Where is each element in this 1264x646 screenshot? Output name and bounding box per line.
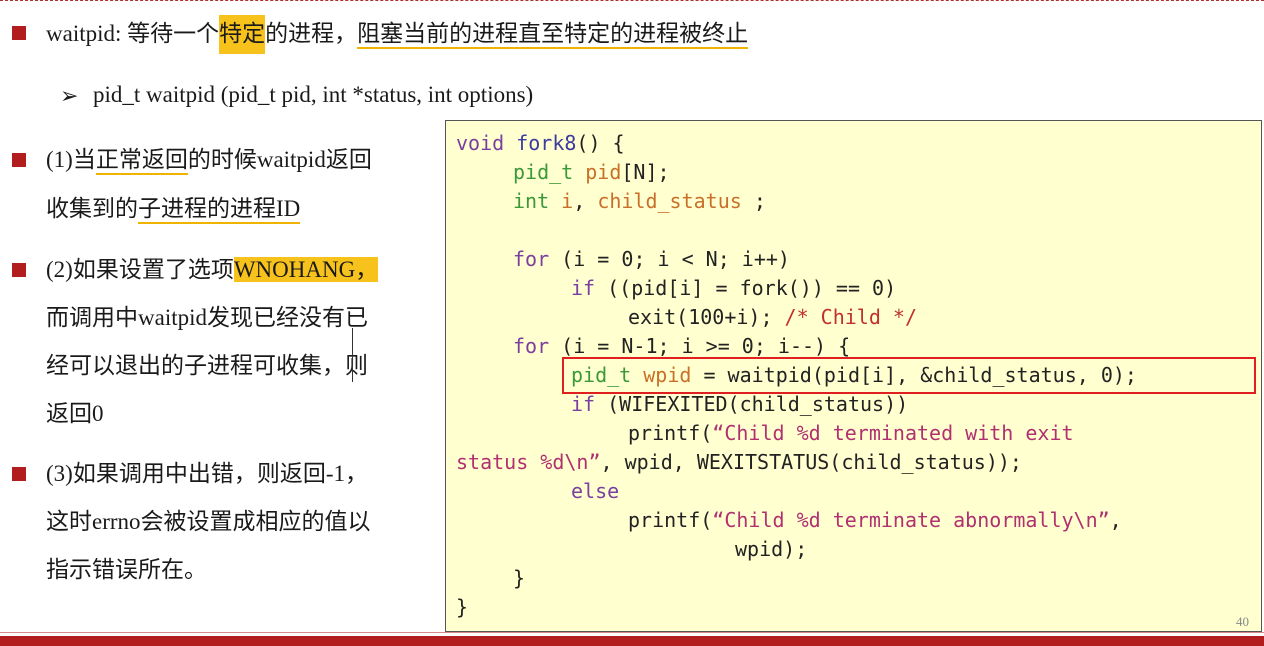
- point2-line2: 而调用中waitpid发现已经没有已: [46, 305, 368, 330]
- code-token: if: [571, 276, 596, 300]
- bottom-bar: [0, 636, 1264, 646]
- top-border: [0, 0, 1264, 1]
- code-token: else: [571, 479, 620, 503]
- code-line: for (i = 0; i < N; i++): [513, 249, 790, 269]
- code-token: exit(100+i);: [628, 305, 785, 329]
- code-token: “Child %d terminate abnormally\n”: [712, 508, 1110, 532]
- point1-d: 收集到的: [46, 196, 138, 221]
- signature-text: pid_t waitpid (pid_t pid, int *status, i…: [93, 82, 534, 107]
- bullet-square: [12, 467, 26, 481]
- point2-a: (2)如果设置了选项: [46, 257, 234, 282]
- code-line: int i, child_status ;: [513, 191, 766, 211]
- code-token: () {: [576, 131, 625, 155]
- code-token: if: [571, 392, 596, 416]
- code-line: }: [456, 595, 469, 619]
- code-token: “Child %d terminated with exit: [712, 421, 1074, 445]
- point2-line1: (2)如果设置了选项WNOHANG，: [46, 256, 379, 284]
- code-line: wpid);: [735, 537, 808, 561]
- bullet-square: [12, 153, 26, 167]
- code-token: [N];: [621, 160, 670, 184]
- code-line: exit(100+i); /* Child */: [628, 307, 917, 327]
- header-highlight: 特定: [219, 15, 266, 54]
- code-token: (i = N-1; i >= 0; i--) {: [549, 334, 851, 358]
- point2-line3: 经可以退出的子进程可收集，则: [46, 353, 368, 378]
- code-line: void fork8() {: [456, 133, 625, 153]
- code-line: status %d\n”, wpid, WEXITSTATUS(child_st…: [456, 452, 1022, 472]
- point2-highlight: WNOHANG，: [233, 257, 379, 282]
- highlight-box: [562, 357, 1256, 394]
- bullet-square: [12, 263, 26, 277]
- point1-line1: (1)当正常返回的时候waitpid返回: [46, 146, 372, 175]
- code-token: child_status: [597, 189, 742, 213]
- code-token: , wpid, WEXITSTATUS(child_status));: [600, 450, 1022, 474]
- point3-line1: (3)如果调用中出错，则返回-1，: [46, 461, 368, 486]
- code-token: ,: [573, 189, 598, 213]
- code-line: for (i = N-1; i >= 0; i--) {: [513, 336, 850, 356]
- code-line: }: [513, 566, 526, 590]
- page-number: 40: [1236, 614, 1249, 629]
- header-line: waitpid: 等待一个特定的进程，阻塞当前的进程直至特定的进程被终止: [46, 15, 749, 54]
- bottom-line: [0, 632, 1264, 633]
- code-token: void: [456, 131, 505, 155]
- point1-a: (1)当: [46, 147, 96, 172]
- code-token: pid_t: [513, 160, 574, 184]
- code-token: (WIFEXITED(child_status)): [595, 392, 909, 416]
- code-token: (i = 0; i < N; i++): [549, 247, 790, 271]
- point1-c: 的时候waitpid返回: [187, 147, 372, 172]
- point2-line4: 返回0: [46, 401, 104, 426]
- code-token: for: [513, 247, 550, 271]
- code-line: printf(“Child %d terminated with exit: [628, 423, 1074, 443]
- code-token: i: [549, 189, 574, 213]
- code-line: pid_t pid[N];: [513, 162, 670, 182]
- code-token: for: [513, 334, 550, 358]
- code-line: if ((pid[i] = fork()) == 0): [571, 278, 896, 298]
- code-token: ((pid[i] = fork()) == 0): [595, 276, 897, 300]
- point1-underline2: 子进程的进程ID: [138, 196, 301, 224]
- code-token: printf(: [628, 508, 713, 532]
- point3-line3: 指示错误所在。: [46, 557, 207, 582]
- header-prefix: waitpid: 等待一个: [46, 21, 220, 46]
- header-mid: 的进程，: [265, 21, 358, 46]
- code-token: printf(: [628, 421, 713, 445]
- code-token: /* Child */: [784, 305, 917, 329]
- code-line: printf(“Child %d terminate abnormally\n”…: [628, 510, 1122, 530]
- point1-line2: 收集到的子进程的进程ID: [46, 195, 301, 224]
- code-token: ,: [1109, 508, 1122, 532]
- header-underlined: 阻塞当前的进程直至特定的进程被终止: [357, 21, 749, 49]
- bullet-square: [12, 26, 26, 40]
- code-token: pid: [573, 160, 622, 184]
- code-line: else: [571, 481, 619, 501]
- point3-line2: 这时errno会被设置成相应的值以: [46, 509, 371, 534]
- code-token: ;: [741, 189, 766, 213]
- code-token: fork8: [504, 131, 577, 155]
- arrow-icon: ➢: [60, 83, 79, 108]
- text-cursor: [352, 328, 353, 382]
- code-token: status %d\n”: [456, 450, 601, 474]
- code-token: int: [513, 189, 550, 213]
- code-line: if (WIFEXITED(child_status)): [571, 394, 908, 414]
- point1-underline: 正常返回: [95, 147, 188, 175]
